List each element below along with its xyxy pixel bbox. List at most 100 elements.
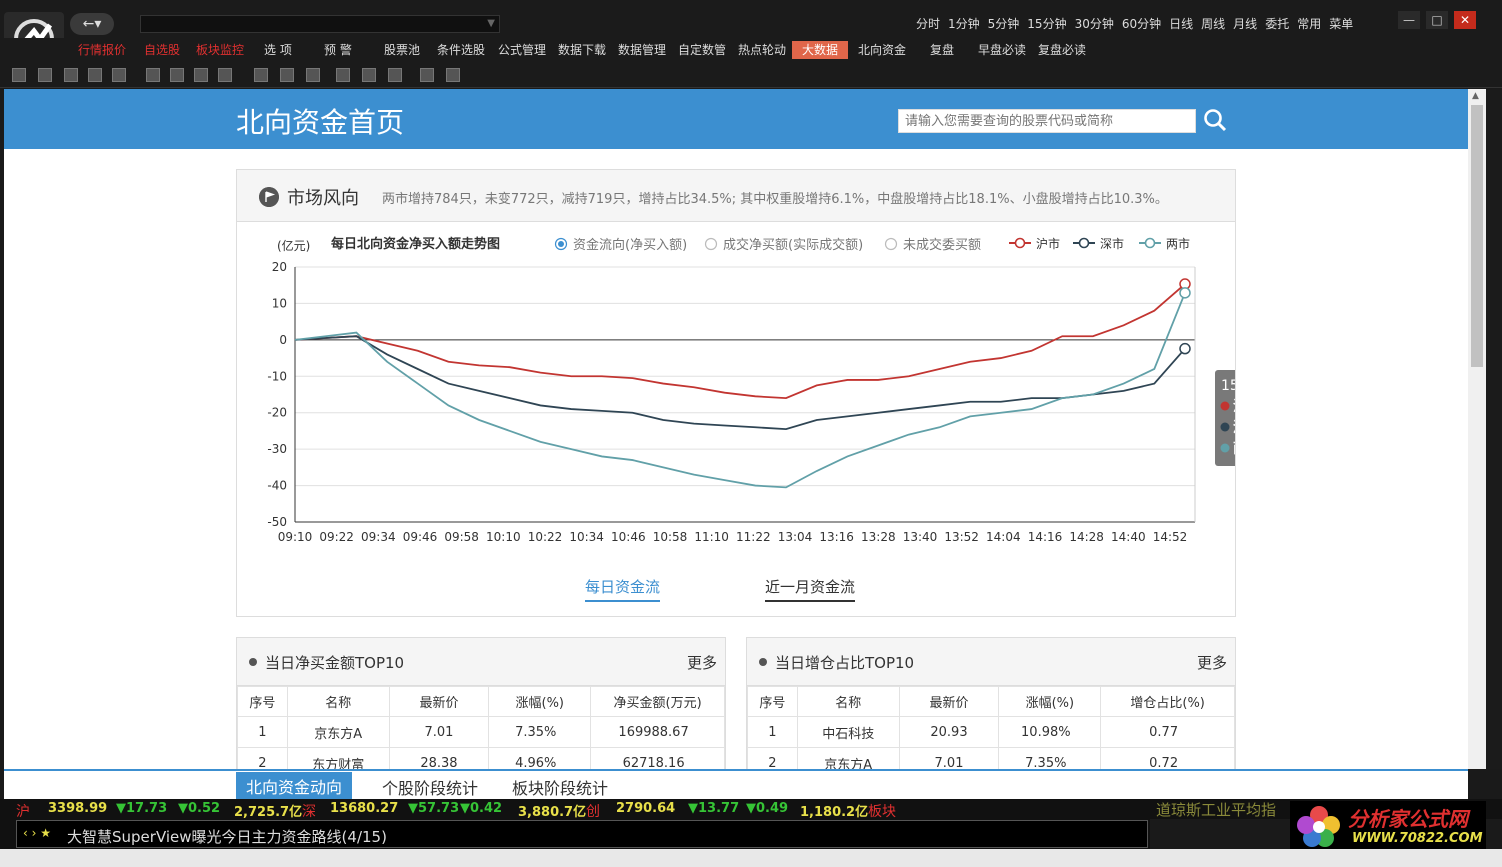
x-tick-label: 14:16 [1028, 530, 1063, 544]
address-bar[interactable]: ▼ [140, 15, 500, 33]
period-tab-6[interactable]: 日线 [1165, 15, 1197, 33]
tab-northbound-trend[interactable]: 北向资金动向 [236, 772, 353, 800]
menu-item-16[interactable]: 复盘必读 [1038, 41, 1086, 59]
close-icon[interactable]: ✕ [1454, 11, 1476, 29]
menu-item-12[interactable]: 大数据 [792, 41, 849, 59]
period-tab-10[interactable]: 常用 [1293, 15, 1325, 33]
tab-stock-stage-stats[interactable]: 个股阶段统计 [382, 775, 478, 799]
column-header[interactable]: 最新价 [388, 686, 490, 717]
stock-name[interactable]: 京东方A [286, 716, 390, 748]
toolbar-icon-16[interactable] [446, 68, 460, 82]
cy-index[interactable]: 2790.64 [616, 801, 675, 816]
stock-name[interactable]: 东方财富 [286, 747, 390, 769]
chevron-down-icon[interactable]: ▼ [487, 18, 495, 29]
period-tab-3[interactable]: 15分钟 [1023, 15, 1070, 33]
column-header[interactable]: 序号 [747, 686, 798, 717]
northbound-flow-chart: 每日北向资金净买入额走势图 (亿元) 资金流向(净买入额) 成交净买额(实际成交额) 未… [267, 236, 1235, 544]
table-row[interactable]: 1 中石科技 20.93 10.98% 0.77 [747, 716, 1235, 748]
menu-item-15[interactable]: 早盘必读 [978, 41, 1026, 59]
period-tab-2[interactable]: 5分钟 [984, 15, 1024, 33]
menu-item-7[interactable]: 公式管理 [498, 41, 546, 59]
maximize-icon[interactable]: □ [1426, 11, 1448, 29]
radio-button[interactable] [884, 237, 898, 251]
toolbar-icon-5[interactable] [146, 68, 160, 82]
scroll-up-icon[interactable]: ▲ [1472, 91, 1479, 101]
menu-item-8[interactable]: 数据下载 [558, 41, 606, 59]
menu-item-3[interactable]: 选 项 [264, 41, 292, 59]
table-row[interactable]: 2 东方财富 28.38 4.96% 62718.16 [237, 747, 725, 769]
toolbar-icon-7[interactable] [194, 68, 208, 82]
column-header[interactable]: 最新价 [898, 686, 1000, 717]
stock-name[interactable]: 京东方A [796, 747, 900, 769]
scrollbar-thumb[interactable] [1471, 105, 1483, 367]
menu-item-10[interactable]: 自定数管 [678, 41, 726, 59]
search-icon[interactable] [1202, 107, 1228, 133]
more-link[interactable]: 更多 [1197, 652, 1227, 673]
menu-item-6[interactable]: 条件选股 [437, 41, 485, 59]
toolbar-icon-2[interactable] [64, 68, 78, 82]
column-header[interactable]: 涨幅(%) [488, 686, 592, 717]
radio-label[interactable]: 未成交委买额 [903, 237, 981, 253]
toolbar-icon-12[interactable] [336, 68, 350, 82]
ticker-nav-icon[interactable]: ‹ › ★ [23, 826, 51, 840]
tab-daily-flow[interactable]: 每日资金流 [585, 576, 661, 602]
period-tab-7[interactable]: 周线 [1197, 15, 1229, 33]
sector-label[interactable]: 板块 [868, 801, 896, 821]
radio-button[interactable] [704, 237, 718, 251]
legend-entry[interactable]: 两市 [1166, 236, 1190, 251]
column-header[interactable]: 名称 [286, 686, 390, 717]
menu-item-13[interactable]: 北向资金 [858, 41, 906, 59]
column-header[interactable]: 净买金额(万元) [590, 686, 725, 717]
toolbar-icon-11[interactable] [306, 68, 320, 82]
menu-item-11[interactable]: 热点轮动 [738, 41, 786, 59]
period-tab-5[interactable]: 60分钟 [1118, 15, 1165, 33]
search-input[interactable] [898, 109, 1196, 133]
tab-monthly-flow[interactable]: 近一月资金流 [765, 576, 856, 602]
minimize-icon[interactable]: — [1398, 11, 1420, 29]
sh-index[interactable]: 3398.99 [48, 801, 107, 816]
toolbar-icon-9[interactable] [254, 68, 268, 82]
menu-item-2[interactable]: 板块监控 [196, 41, 244, 59]
menu-item-14[interactable]: 复盘 [930, 41, 954, 59]
table-row[interactable]: 1 京东方A 7.01 7.35% 169988.67 [237, 716, 725, 748]
menu-item-1[interactable]: 自选股 [144, 41, 180, 59]
menu-item-9[interactable]: 数据管理 [618, 41, 666, 59]
table-row[interactable]: 2 京东方A 7.01 7.35% 0.72 [747, 747, 1235, 769]
toolbar-icon-1[interactable] [38, 68, 52, 82]
column-header[interactable]: 序号 [237, 686, 288, 717]
toolbar-icon-4[interactable] [112, 68, 126, 82]
legend-entry[interactable]: 深市 [1100, 236, 1124, 251]
ticker-box[interactable]: ‹ › ★ 大智慧SuperView曝光今日主力资金路线(4/15) [16, 820, 1148, 848]
menu-item-5[interactable]: 股票池 [384, 41, 420, 59]
period-tab-8[interactable]: 月线 [1229, 15, 1261, 33]
period-tab-4[interactable]: 30分钟 [1071, 15, 1118, 33]
more-link[interactable]: 更多 [687, 652, 717, 673]
column-header[interactable]: 名称 [796, 686, 900, 717]
sz-index[interactable]: 13680.27 [330, 801, 398, 816]
radio-label[interactable]: 成交净买额(实际成交额) [723, 237, 863, 253]
legend-entry[interactable]: 沪市 [1036, 236, 1060, 251]
period-tab-11[interactable]: 菜单 [1325, 15, 1357, 33]
period-tab-0[interactable]: 分时 [912, 15, 944, 33]
tab-sector-stage-stats[interactable]: 板块阶段统计 [512, 775, 608, 799]
toolbar-icon-10[interactable] [280, 68, 294, 82]
period-tab-9[interactable]: 委托 [1261, 15, 1293, 33]
ticker-text[interactable]: 大智慧SuperView曝光今日主力资金路线(4/15) [67, 826, 387, 847]
toolbar-icon-0[interactable] [12, 68, 26, 82]
toolbar-icon-14[interactable] [388, 68, 402, 82]
toolbar-icon-13[interactable] [362, 68, 376, 82]
toolbar-icon-6[interactable] [170, 68, 184, 82]
column-header[interactable]: 增仓占比(%) [1100, 686, 1235, 717]
column-header[interactable]: 涨幅(%) [998, 686, 1102, 717]
period-tab-1[interactable]: 1分钟 [944, 15, 984, 33]
toolbar-icon-15[interactable] [420, 68, 434, 82]
toolbar-icon-3[interactable] [88, 68, 102, 82]
scrollbar[interactable]: ▲ [1468, 89, 1486, 769]
net-buy-top10-panel: 当日净买金额TOP10 更多 序号 名称 最新价 涨幅(%) 净买金额(万元) 1 京东方A… [236, 637, 726, 769]
back-forward-button[interactable]: ←▾ [70, 13, 114, 35]
menu-item-4[interactable]: 预 警 [324, 41, 352, 59]
radio-label[interactable]: 资金流向(净买入额) [573, 237, 687, 253]
toolbar-icon-8[interactable] [218, 68, 232, 82]
menu-item-0[interactable]: 行情报价 [78, 41, 126, 59]
stock-name[interactable]: 中石科技 [796, 716, 900, 748]
